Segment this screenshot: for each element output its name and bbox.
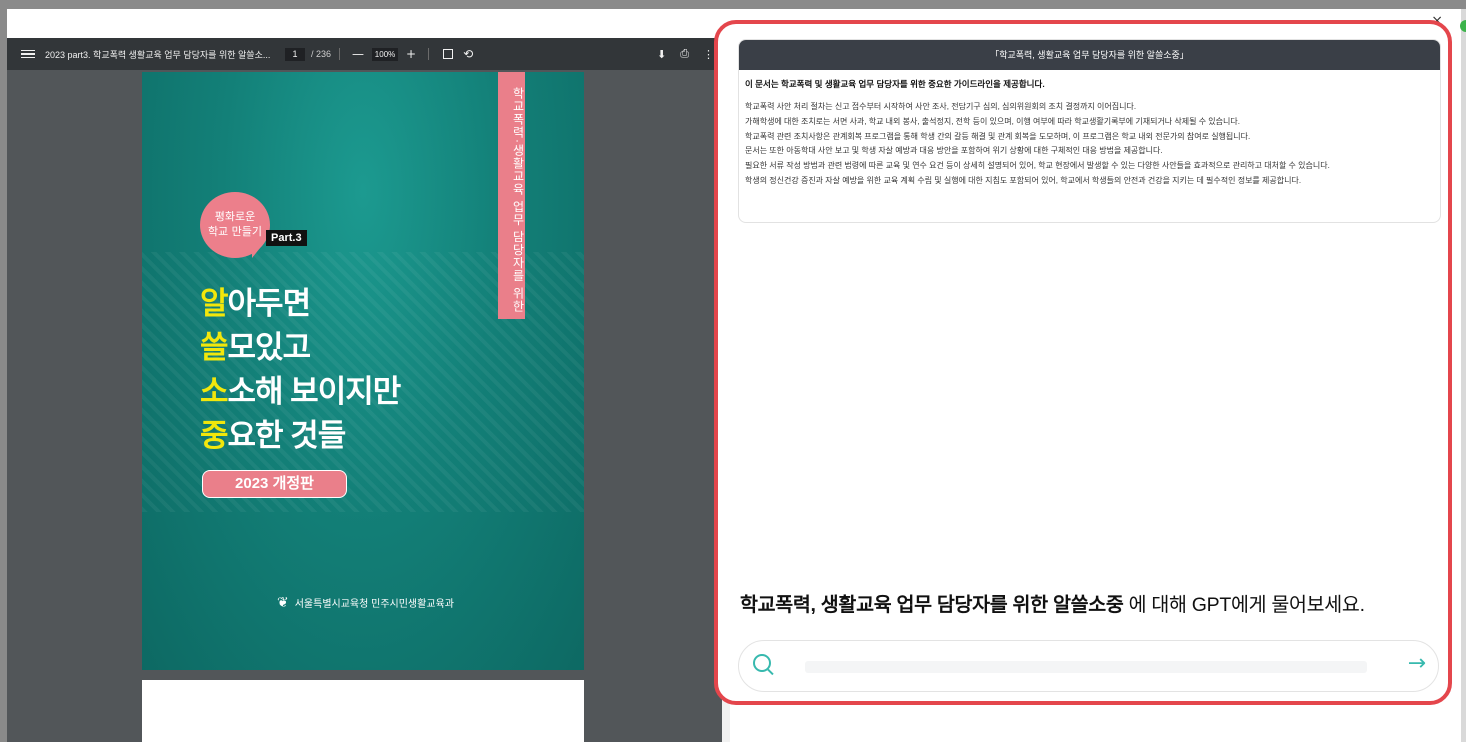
summary-line: 가해학생에 대한 조치로는 서면 사과, 학교 내외 봉사, 출석정지, 전학 … (745, 116, 1240, 126)
ask-prompt: 학교폭력, 생활교육 업무 담당자를 위한 알쓸소중 에 대해 GPT에게 물어… (740, 594, 1365, 616)
toolbar-divider (428, 48, 430, 60)
summary-title: 「학교폭력, 생활교육 업무 담당자를 위한 알쓸소중」 (739, 40, 1440, 70)
zoom-out-button[interactable]: — (348, 47, 368, 61)
print-icon[interactable]: ⎙ (680, 48, 689, 61)
page-number-input[interactable]: 1 (285, 47, 305, 61)
summary-line: 문서는 또한 아동학대 사안 보고 및 학생 자살 예방과 대응 방안을 포함하… (745, 146, 1163, 156)
pdf-next-page (142, 680, 584, 742)
summary-list: 학교폭력 사안 처리 절차는 신고 접수부터 시작하여 사안 조사, 전담기구 … (739, 90, 1440, 189)
publisher-logo-icon: ❦ (277, 594, 289, 610)
bubble-line-2: 학교 만들기 (207, 225, 263, 238)
background-edge (1461, 9, 1466, 742)
menu-icon[interactable] (21, 49, 35, 59)
bubble-line-1: 평화로운 (214, 210, 256, 223)
cover-publisher: ❦ 서울특별시교육청 민주시민생활교육과 (277, 594, 454, 611)
zoom-in-button[interactable]: + (402, 47, 420, 61)
send-arrow-icon[interactable]: → (1408, 651, 1426, 676)
headline-line: 알아두면 (200, 286, 311, 321)
summary-line: 학교폭력 관련 조치사항은 관계회복 프로그램을 통해 학생 간의 갈등 해결 … (745, 131, 1251, 141)
pdf-title: 2023 part3. 학교폭력 생활교육 업무 담당자를 위한 알쓸소... (45, 49, 271, 60)
chat-panel: 「학교폭력, 생활교육 업무 담당자를 위한 알쓸소중」 이 문서는 학교폭력 … (714, 20, 1452, 705)
summary-line: 학교폭력 사안 처리 절차는 신고 접수부터 시작하여 사안 조사, 전담기구 … (745, 102, 1137, 111)
fit-page-icon[interactable] (443, 49, 454, 59)
publisher-name: 서울특별시교육청 민주시민생활교육과 (294, 599, 454, 610)
pdf-toolbar-actions: ⬇ ⎙ ⋮ (657, 48, 714, 61)
pdf-toolbar: 2023 part3. 학교폭력 생활교육 업무 담당자를 위한 알쓸소... … (7, 38, 722, 70)
headline-line: 쓸모있고 (200, 330, 311, 365)
chat-input-bar[interactable]: → (738, 640, 1439, 692)
zoom-level-input[interactable]: 100% (372, 47, 399, 61)
summary-line: 필요한 서류 작성 방법과 관련 법령에 따른 교육 및 연수 요건 등이 상세… (745, 161, 1330, 171)
cover-edition-badge: 2023 개정판 (202, 470, 347, 498)
cover-speech-bubble: 평화로운 학교 만들기 (200, 192, 270, 258)
headline-line: 소소해 보이지만 (200, 374, 401, 409)
more-options-icon[interactable]: ⋮ (703, 48, 714, 61)
status-dot-icon (1460, 20, 1466, 32)
cover-part-label: Part.3 (266, 230, 307, 246)
download-icon[interactable]: ⬇ (657, 48, 666, 61)
toolbar-divider (339, 48, 341, 60)
cover-vertical-title: 학교폭력·생활교육 업무 담당자를 위한 (498, 72, 525, 319)
summary-line: 학생의 정신건강 증진과 자살 예방을 위한 교육 계획 수립 및 실행에 대한… (745, 175, 1302, 185)
pdf-viewer[interactable]: 2023 part3. 학교폭력 생활교육 업무 담당자를 위한 알쓸소... … (7, 38, 722, 742)
search-icon (753, 654, 771, 672)
summary-lead: 이 문서는 학교폭력 및 생활교육 업무 담당자를 위한 중요한 가이드라인을 … (745, 79, 1045, 89)
chat-input[interactable] (805, 661, 1367, 673)
headline-line: 중요한 것들 (200, 418, 346, 453)
summary-card: 「학교폭력, 생활교육 업무 담당자를 위한 알쓸소중」 이 문서는 학교폭력 … (738, 39, 1441, 223)
page-total: / 236 (311, 49, 332, 59)
rotate-icon[interactable]: ⟲ (459, 47, 477, 61)
pdf-cover-page: 학교폭력·생활교육 업무 담당자를 위한 평화로운 학교 만들기 Part.3 … (142, 72, 584, 670)
cover-headline: 알아두면 쓸모있고 소소해 보이지만 중요한 것들 (200, 282, 401, 458)
